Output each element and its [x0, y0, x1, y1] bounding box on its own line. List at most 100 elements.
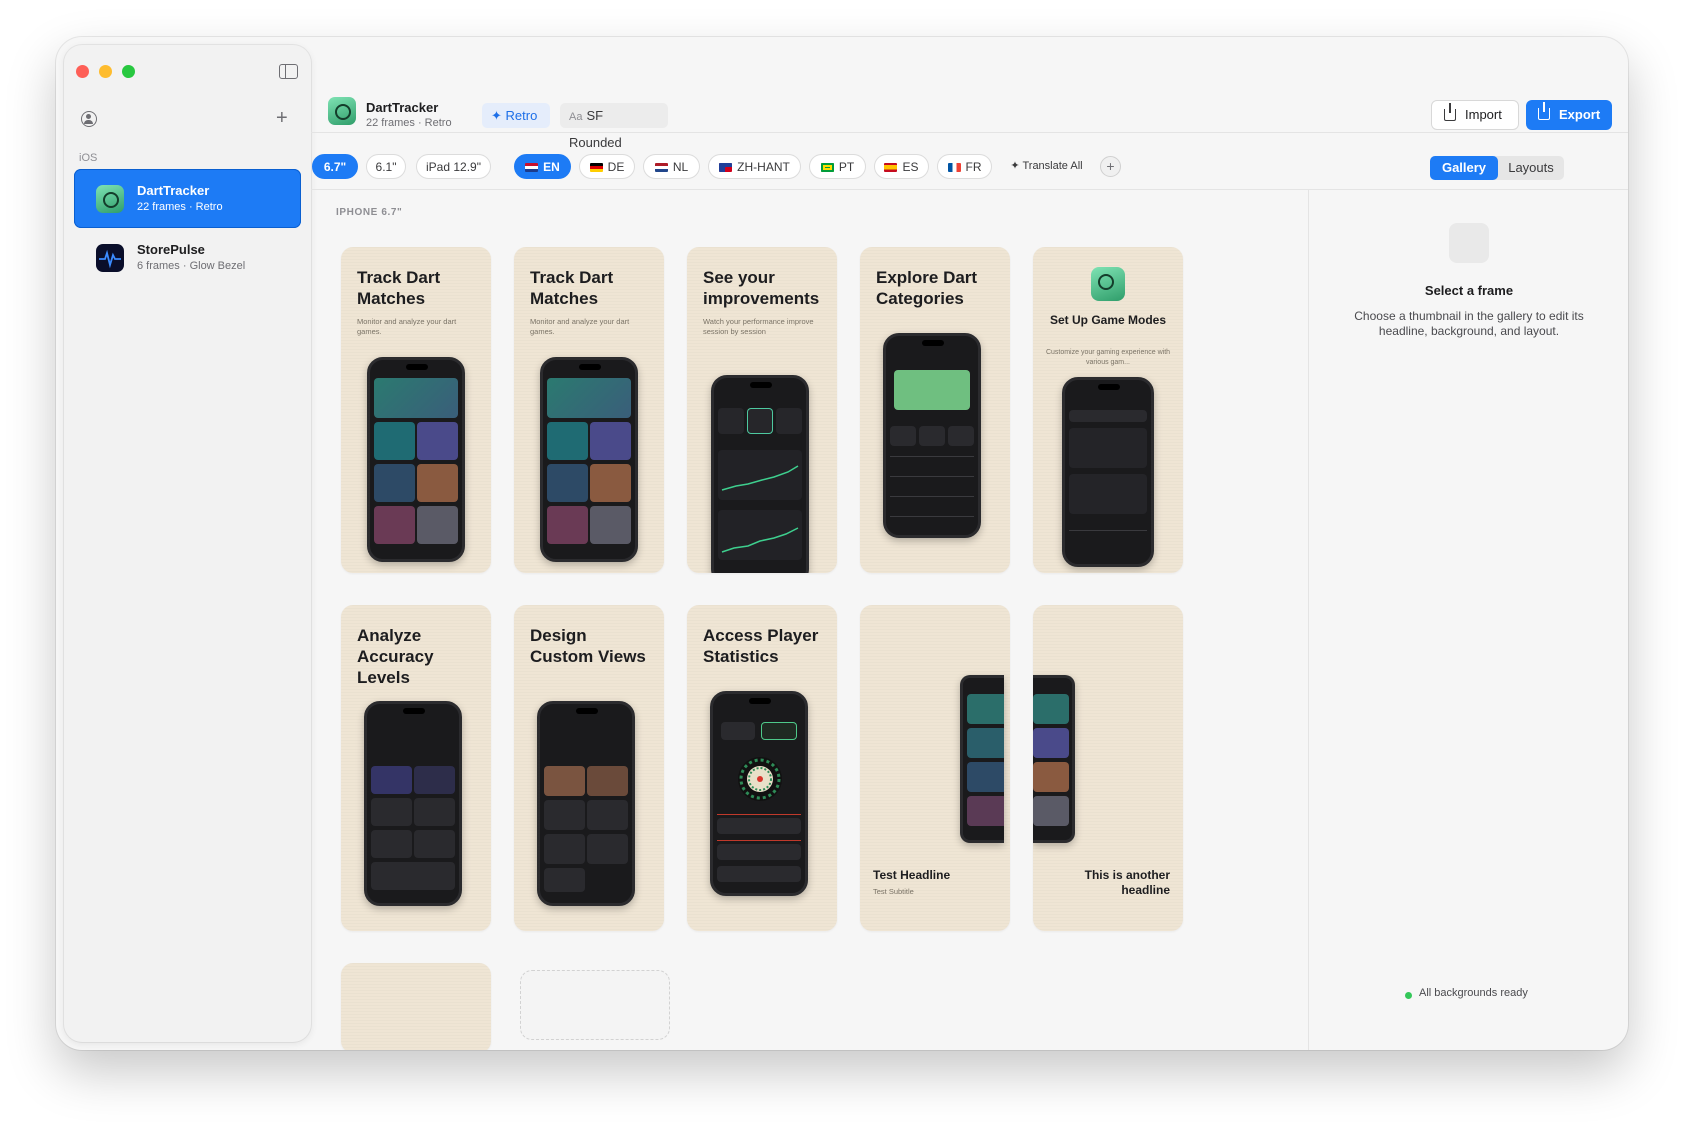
frame-headline: Track Dart Matches — [357, 268, 441, 308]
add-language-button[interactable]: + — [1100, 156, 1121, 177]
device-pill-6-1[interactable]: 6.1" — [366, 154, 406, 179]
frame-thumbnail[interactable]: Track Dart Matches Monitor and analyze y… — [514, 247, 664, 573]
language-label: NL — [672, 160, 689, 174]
frame-headline: Test Headline — [873, 868, 951, 882]
import-label: Import — [1465, 107, 1502, 122]
pulse-app-icon — [96, 244, 124, 272]
frame-thumbnail[interactable]: This is another headline — [1033, 605, 1183, 931]
gallery: IPHONE 6.7" Track Dart Matches Monitor a… — [311, 190, 1311, 1050]
share-icon — [1538, 102, 1550, 120]
frame-headline: Analyze Accuracy Levels — [357, 626, 434, 687]
inspector-title: Select a frame — [1424, 283, 1514, 298]
frame-thumbnail[interactable]: Track Dart Matches Monitor and analyze y… — [341, 247, 491, 573]
frame-headline: Design Custom Views — [530, 626, 646, 666]
account-icon[interactable] — [81, 111, 97, 127]
fr-flag-icon — [947, 163, 961, 172]
sidebar: + iOS DartTracker 22 frames · Retro Stor… — [64, 45, 311, 1042]
project-name: StorePulse — [137, 242, 205, 257]
frame-headline: Explore Dart Categories — [876, 268, 978, 308]
frame-subtitle: Watch your performance improve session b… — [703, 317, 814, 336]
language-pill-en[interactable]: EN — [514, 154, 571, 179]
br-flag-icon — [820, 163, 834, 172]
device-pill-6-7[interactable]: 6.7" — [312, 154, 358, 179]
app-window: + iOS DartTracker 22 frames · Retro Stor… — [56, 37, 1628, 1050]
frame-headline: This is another headline — [1084, 868, 1170, 897]
dart-app-icon — [1091, 267, 1125, 301]
phone-mockup — [537, 701, 635, 906]
language-pill-pt[interactable]: PT — [809, 154, 866, 179]
style-chip[interactable]: ✦ Retro — [482, 103, 550, 128]
phone-mockup — [364, 701, 462, 906]
frame-placeholder-icon — [1449, 223, 1489, 263]
font-icon: Aa — [569, 111, 583, 123]
frame-thumbnail[interactable]: Design Custom Views — [514, 605, 664, 931]
close-window-button[interactable] — [76, 65, 89, 78]
status-text: All backgrounds ready — [1419, 987, 1528, 999]
language-label: PT — [838, 160, 855, 174]
language-label: DE — [607, 160, 625, 174]
sidebar-section-ios: iOS — [79, 152, 98, 164]
phone-mockup — [1062, 377, 1154, 567]
language-pill-es[interactable]: ES — [874, 154, 929, 179]
frame-thumbnail[interactable]: Analyze Accuracy Levels — [341, 605, 491, 931]
us-flag-icon — [525, 163, 539, 172]
language-pill-zh-hant[interactable]: ZH-HANT — [708, 154, 801, 179]
project-subtitle: 6 frames · Glow Bezel — [137, 260, 246, 272]
frame-subtitle: Monitor and analyze your dart games. — [357, 317, 457, 336]
language-label: FR — [965, 160, 982, 174]
language-pill-nl[interactable]: NL — [643, 154, 700, 179]
minimize-window-button[interactable] — [99, 65, 112, 78]
project-name: DartTracker — [137, 183, 210, 198]
app-subtitle: 22 frames · Retro — [366, 117, 452, 129]
app-title: DartTracker — [366, 100, 439, 115]
language-label: EN — [543, 160, 560, 174]
inspector-panel: Select a frame Choose a thumbnail in the… — [1308, 190, 1628, 1050]
language-pill-de[interactable]: DE — [579, 154, 635, 179]
frame-thumbnail[interactable]: Set Up Game Modes Customize your gaming … — [1033, 247, 1183, 573]
frame-headline: See your improvements — [703, 268, 820, 308]
language-pill-fr[interactable]: FR — [937, 154, 992, 179]
phone-mockup — [1033, 675, 1075, 843]
phone-mockup — [367, 357, 465, 562]
font-chip[interactable]: Aa SF Rounded — [560, 103, 668, 150]
frame-thumbnail[interactable]: See your improvements Watch your perform… — [687, 247, 837, 573]
import-icon — [1444, 103, 1456, 121]
frame-thumbnail[interactable]: Explore Dart Categories — [860, 247, 1010, 573]
phone-mockup — [710, 691, 808, 896]
tab-layouts[interactable]: Layouts — [1498, 156, 1564, 180]
language-label: ZH-HANT — [737, 160, 790, 174]
add-frame-placeholder[interactable] — [520, 970, 670, 1040]
sparkle-icon: ✦ — [491, 108, 506, 123]
sidebar-item-darttracker[interactable]: DartTracker 22 frames · Retro — [74, 169, 301, 228]
project-subtitle: 22 frames · Retro — [137, 201, 223, 213]
add-project-button[interactable]: + — [276, 108, 288, 128]
tw-flag-icon — [719, 163, 733, 172]
style-chip-label: Retro — [505, 108, 538, 123]
translate-all-button[interactable]: ✦ Translate All — [1000, 154, 1093, 179]
sidebar-toggle-icon[interactable] — [279, 64, 298, 79]
frame-headline: Access Player Statistics — [703, 626, 819, 666]
export-button[interactable]: Export — [1526, 100, 1612, 130]
sparkle-icon: ✦ — [1010, 160, 1023, 172]
frame-thumbnail[interactable] — [341, 963, 491, 1050]
sidebar-item-storepulse[interactable]: StorePulse 6 frames · Glow Bezel — [74, 228, 301, 287]
dartboard-icon — [738, 757, 782, 801]
zoom-window-button[interactable] — [122, 65, 135, 78]
export-label: Export — [1559, 107, 1601, 122]
translate-all-label: Translate All — [1022, 160, 1083, 172]
nl-flag-icon — [654, 163, 668, 172]
es-flag-icon — [884, 163, 898, 172]
frame-subtitle: Customize your gaming experience with va… — [1045, 349, 1171, 366]
view-toggle: Gallery Layouts — [1430, 156, 1564, 180]
dart-app-icon — [96, 185, 124, 213]
frame-thumbnail[interactable]: Access Player Statistics — [687, 605, 837, 931]
device-section-label: IPHONE 6.7" — [336, 207, 403, 218]
frame-thumbnail[interactable]: Test Headline Test Subtitle — [860, 605, 1010, 931]
frame-headline: Set Up Game Modes — [1049, 313, 1167, 327]
phone-mockup — [960, 675, 1004, 843]
toolbar-divider — [311, 132, 1628, 133]
tab-gallery[interactable]: Gallery — [1430, 156, 1498, 180]
phone-mockup — [540, 357, 638, 562]
device-pill-ipad[interactable]: iPad 12.9" — [416, 154, 491, 179]
import-button[interactable]: Import — [1431, 100, 1519, 130]
